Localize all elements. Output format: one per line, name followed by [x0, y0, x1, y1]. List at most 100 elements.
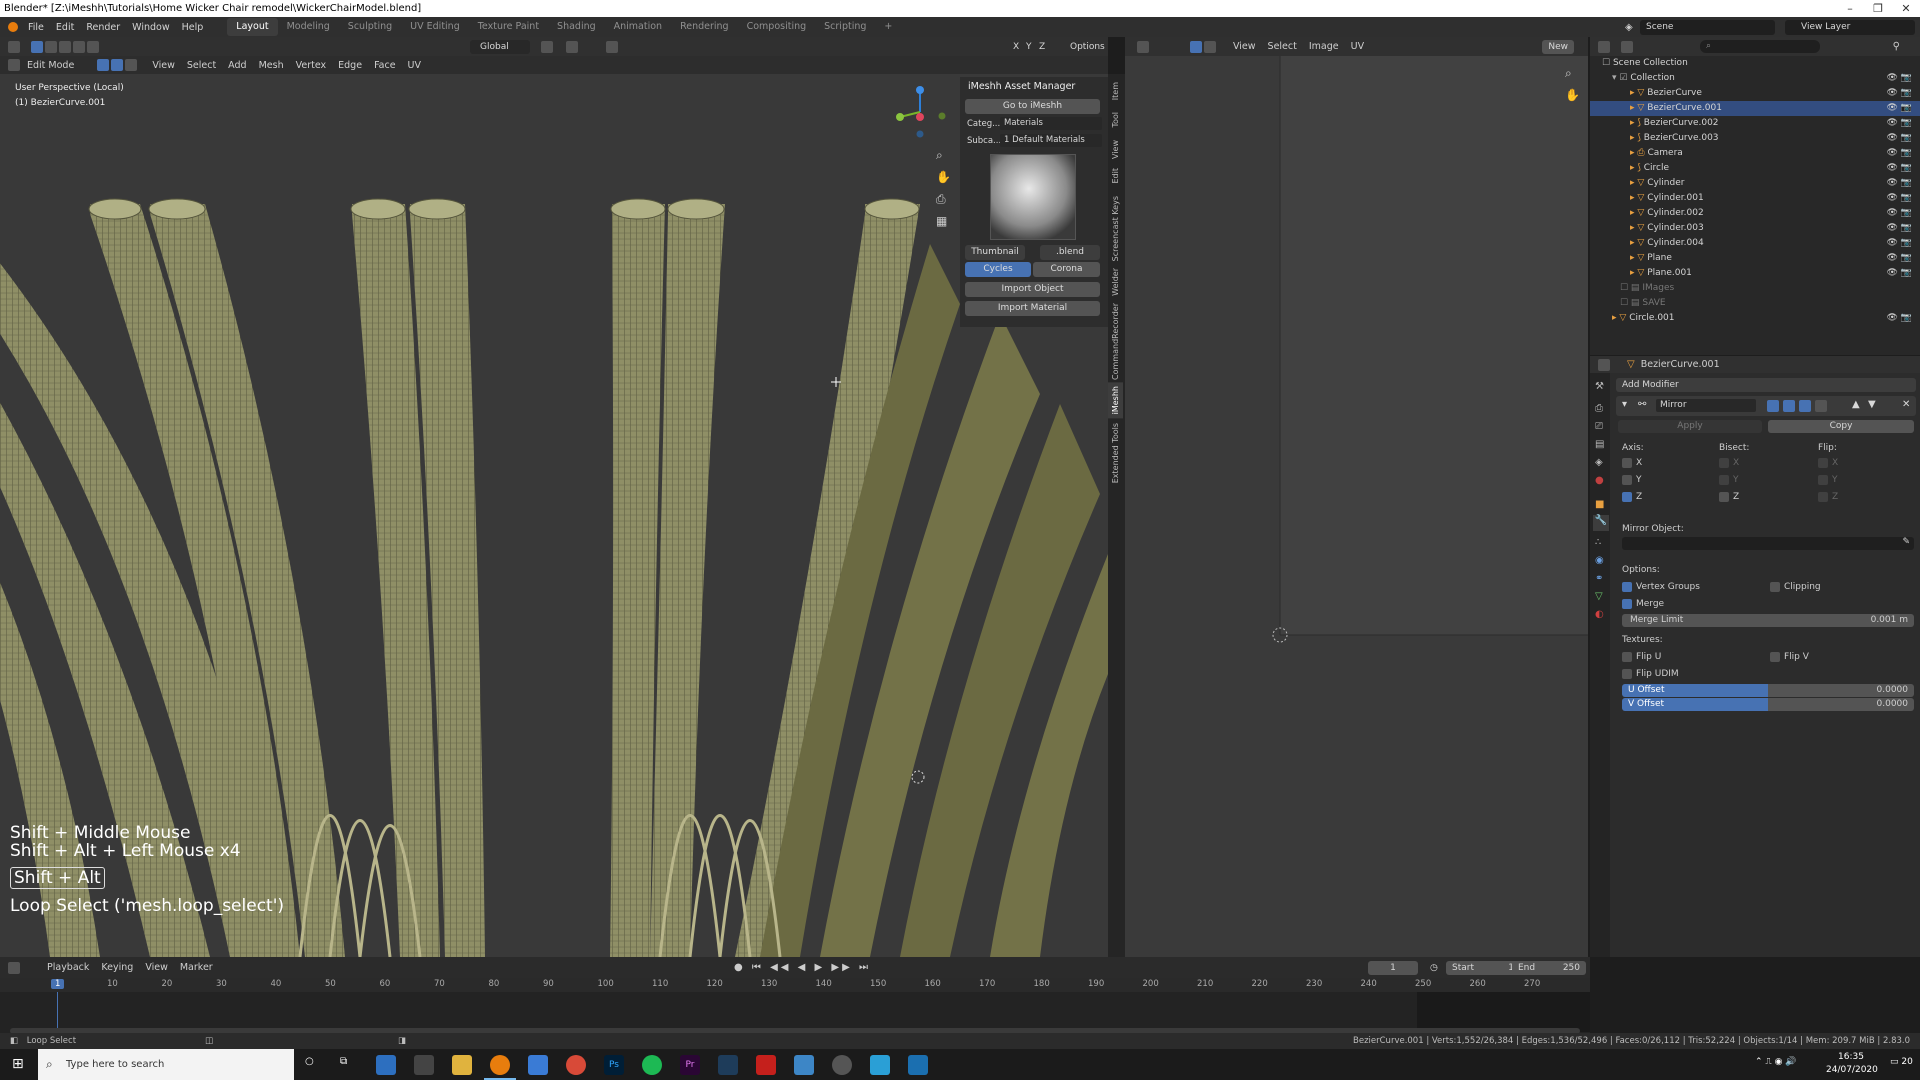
sidetab-welder[interactable]: Welder: [1108, 264, 1123, 300]
outliner-row-cylinder-002[interactable]: ▸ ▽ Cylinder.002 👁 📷: [1590, 206, 1920, 221]
system-tray-icons[interactable]: ⌃ ⎍ ◉ 🔊: [1755, 1057, 1796, 1067]
app-icon-5[interactable]: [870, 1055, 890, 1075]
select-mode-icon[interactable]: [45, 40, 57, 53]
sidetab-view[interactable]: View: [1108, 136, 1123, 163]
vertex-mode-icon[interactable]: [97, 59, 110, 71]
notification-icon[interactable]: ▭ 20: [1890, 1057, 1913, 1067]
cage-toggle-icon[interactable]: [1815, 400, 1827, 412]
outliner-row-plane-001[interactable]: ▸ ▽ Plane.001 👁 📷: [1590, 266, 1920, 281]
tab-compositing[interactable]: Compositing: [738, 18, 816, 36]
add-modifier-button[interactable]: Add Modifier: [1616, 378, 1916, 392]
uv-pan-icon[interactable]: ✋: [1565, 88, 1580, 102]
app-icon-2[interactable]: [414, 1055, 434, 1075]
sidetab-extended-tools[interactable]: Extended Tools: [1108, 419, 1123, 487]
menu-select[interactable]: Select: [181, 60, 222, 71]
uv-editor-type-icon[interactable]: [1137, 40, 1149, 53]
modifier-name-input[interactable]: Mirror: [1656, 399, 1756, 412]
sidetab-screencast-keys[interactable]: Screencast Keys: [1108, 192, 1123, 265]
tab-shading[interactable]: Shading: [548, 18, 605, 36]
viewport-toggle-icon[interactable]: [1783, 400, 1795, 412]
move-down-icon[interactable]: ▼: [1868, 399, 1876, 410]
uv-editor-area[interactable]: ⌕ ✋: [1125, 56, 1588, 957]
flip-z-checkbox[interactable]: [1818, 492, 1828, 502]
properties-type-icon[interactable]: [1598, 358, 1610, 371]
sidetab-commandrecorder[interactable]: CommandRecorder: [1108, 299, 1123, 384]
corona-button[interactable]: Corona: [1033, 262, 1100, 277]
bisect-z-checkbox[interactable]: [1719, 492, 1729, 502]
menu-file[interactable]: File: [22, 22, 50, 33]
select-box-icon[interactable]: [31, 40, 43, 53]
end-frame-field[interactable]: End 250: [1512, 960, 1586, 975]
view-layer-selector[interactable]: View Layer: [1785, 19, 1915, 35]
outliner-row-beziercurve-002[interactable]: ▸ ⟆ BezierCurve.002 👁 📷: [1590, 116, 1920, 131]
outliner-row-cylinder-001[interactable]: ▸ ▽ Cylinder.001 👁 📷: [1590, 191, 1920, 206]
menu-edge[interactable]: Edge: [332, 60, 368, 71]
calculator-icon[interactable]: [528, 1055, 548, 1075]
acrobat-icon[interactable]: [756, 1055, 776, 1075]
outliner-row-cylinder[interactable]: ▸ ▽ Cylinder 👁 📷: [1590, 176, 1920, 191]
mirror-object-field[interactable]: ✎: [1622, 537, 1914, 550]
outliner-row-save[interactable]: ☐ ▤ SAVE: [1590, 296, 1920, 311]
clock-time[interactable]: 16:35: [1826, 1052, 1876, 1062]
app-icon-6[interactable]: [908, 1055, 928, 1075]
edge-mode-icon[interactable]: [111, 59, 124, 71]
menu-render[interactable]: Render: [80, 22, 126, 33]
merge-checkbox[interactable]: [1622, 599, 1632, 609]
menu-add[interactable]: Add: [222, 60, 252, 71]
uv-zoom-icon[interactable]: ⌕: [1565, 66, 1572, 81]
collapse-icon[interactable]: ▾: [1622, 399, 1627, 410]
start-frame-field[interactable]: Start1: [1446, 960, 1520, 975]
import-material-button[interactable]: Import Material: [965, 301, 1100, 316]
flip-udim-checkbox[interactable]: [1622, 669, 1632, 679]
uv-menu-uv[interactable]: UV: [1345, 41, 1370, 52]
axis-y-checkbox[interactable]: [1622, 475, 1632, 485]
uv-sync-icon[interactable]: [1204, 40, 1216, 53]
tab-scripting[interactable]: Scripting: [815, 18, 875, 36]
render-tab-icon[interactable]: ⎙: [1595, 403, 1603, 414]
select-extend-icon[interactable]: [59, 40, 71, 53]
cycles-button[interactable]: Cycles: [965, 262, 1031, 277]
apply-button[interactable]: Apply: [1618, 420, 1762, 433]
remove-modifier-icon[interactable]: ✕: [1902, 399, 1910, 410]
goto-imeshh-button[interactable]: Go to iMeshh: [965, 99, 1100, 114]
file-explorer-icon[interactable]: [452, 1055, 472, 1075]
bisect-y-checkbox[interactable]: [1719, 475, 1729, 485]
maximize-icon[interactable]: ❐: [1864, 0, 1892, 17]
axis-z[interactable]: Z: [1039, 42, 1045, 52]
outliner-search-input[interactable]: ⌕: [1700, 40, 1820, 53]
object-tab-icon[interactable]: ■: [1595, 499, 1604, 510]
filter-icon[interactable]: ⚲: [1893, 41, 1900, 52]
pivot-icon[interactable]: [541, 40, 553, 53]
flip-v-checkbox[interactable]: [1770, 652, 1780, 662]
timeline-view-menu[interactable]: View: [139, 962, 174, 973]
photoshop-icon[interactable]: Ps: [604, 1055, 624, 1075]
photos-icon[interactable]: [794, 1055, 814, 1075]
constraints-tab-icon[interactable]: ⚭: [1595, 573, 1603, 584]
edit-mode-toggle-icon[interactable]: [1767, 400, 1779, 412]
clipping-checkbox[interactable]: [1770, 582, 1780, 592]
blender-taskbar-icon[interactable]: [490, 1055, 510, 1075]
select-invert-icon[interactable]: [87, 40, 99, 53]
outliner-row-beziercurve-003[interactable]: ▸ ⟆ BezierCurve.003 👁 📷: [1590, 131, 1920, 146]
mode-selector[interactable]: Edit Mode: [21, 60, 80, 71]
tab-sculpting[interactable]: Sculpting: [339, 18, 401, 36]
render-toggle-icon[interactable]: [1799, 400, 1811, 412]
marker-menu[interactable]: Marker: [174, 962, 219, 973]
uv-menu-select[interactable]: Select: [1262, 41, 1303, 52]
menu-vertex[interactable]: Vertex: [290, 60, 333, 71]
tab-layout[interactable]: Layout: [227, 18, 278, 36]
scene-tab-icon[interactable]: ◈: [1595, 457, 1603, 468]
menu-window[interactable]: Window: [126, 22, 175, 33]
menu-edit[interactable]: Edit: [50, 22, 80, 33]
move-up-icon[interactable]: ▲: [1852, 399, 1860, 410]
current-frame-field[interactable]: 1: [1368, 960, 1418, 975]
windows-start-icon[interactable]: ⊞: [12, 1056, 24, 1072]
tab-modeling[interactable]: Modeling: [278, 18, 339, 36]
premiere-icon[interactable]: Pr: [680, 1055, 700, 1075]
playback-menu[interactable]: Playback: [41, 962, 95, 973]
outliner-row-camera[interactable]: ▸ ⎙ Camera 👁 📷: [1590, 146, 1920, 161]
particles-tab-icon[interactable]: ∴: [1595, 537, 1601, 548]
options-menu[interactable]: Options: [1070, 42, 1105, 52]
task-view-icon[interactable]: ⧉: [340, 1056, 347, 1067]
merge-limit-field[interactable]: Merge Limit 0.001 m: [1622, 614, 1914, 627]
